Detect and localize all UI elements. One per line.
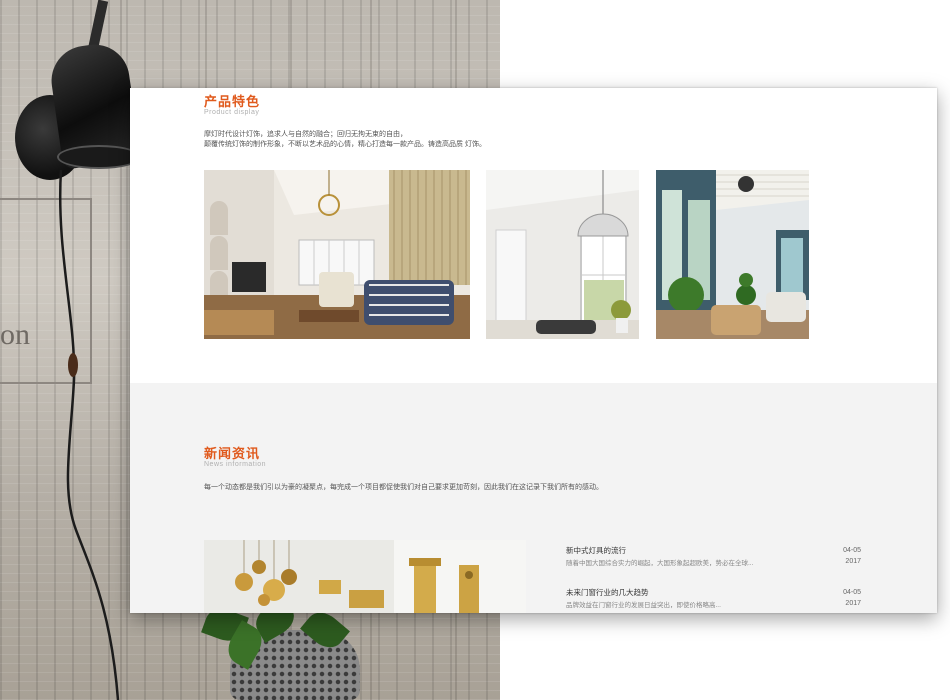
news-description: 每一个动态都是我们引以为豪的凝聚点，每完成一个项目都促使我们对自己要求更加苛刻，… [204, 484, 603, 491]
news-item-date-day: 04-05 [843, 547, 861, 554]
news-list-item[interactable]: 未来门窗行业的几大趋势 品牌效益在门窗行业的发展日益突出，即使价格略高... 0… [566, 587, 861, 613]
product-photo-living-room[interactable] [204, 170, 470, 339]
news-photo-brass-lamps[interactable] [204, 540, 526, 613]
features-description-line: 颠覆传统灯饰的制作形象，不断以艺术品的心情，精心打造每一款产品。铸造高品质 灯饰… [204, 141, 486, 148]
news-item-date-day: 04-05 [843, 589, 861, 596]
features-title: 产品特色 [204, 94, 261, 109]
frame-text: on [0, 318, 30, 351]
news-item-title[interactable]: 新中式灯具的流行 [566, 545, 626, 556]
product-photo-pendant-room[interactable] [486, 170, 639, 339]
news-list-item[interactable]: 新中式灯具的流行 随着中国大国综合实力的崛起，大国形象起超欧美，势必在全球...… [566, 545, 861, 573]
news-title: 新闻资讯 [204, 446, 261, 461]
lamp-cord [58, 170, 120, 700]
news-subtitle: News information [204, 461, 267, 468]
news-item-date-year: 2017 [845, 600, 861, 607]
product-photo-sunroom[interactable] [656, 170, 809, 339]
news-item-summary: 随着中国大国综合实力的崛起，大国形象起超欧美，势必在全球... [566, 560, 754, 567]
news-item-date: 04-05 2017 [843, 545, 861, 567]
features-description: 摩灯时代设计灯饰，追求人与自然的融合；回归无拘无束的自由， 颠覆传统灯饰的制作形… [204, 130, 486, 150]
plant [195, 597, 365, 700]
news-item-title[interactable]: 未来门窗行业的几大趋势 [566, 587, 649, 598]
news-item-date: 04-05 2017 [843, 587, 861, 609]
features-subtitle: Product display [204, 109, 260, 116]
website-preview: 产品特色 Product display 摩灯时代设计灯饰，追求人与自然的融合；… [130, 88, 937, 613]
news-section: 新闻资讯 News information 每一个动态都是我们引以为豪的凝聚点，… [130, 383, 937, 613]
product-features-section: 产品特色 Product display 摩灯时代设计灯饰，追求人与自然的融合；… [130, 88, 937, 383]
features-description-line: 摩灯时代设计灯饰，追求人与自然的融合；回归无拘无束的自由， [204, 131, 407, 138]
news-item-date-year: 2017 [845, 558, 861, 565]
wall-lamp-rim [57, 145, 141, 169]
news-item-summary: 品牌效益在门窗行业的发展日益突出，即使价格略高... [566, 602, 721, 609]
